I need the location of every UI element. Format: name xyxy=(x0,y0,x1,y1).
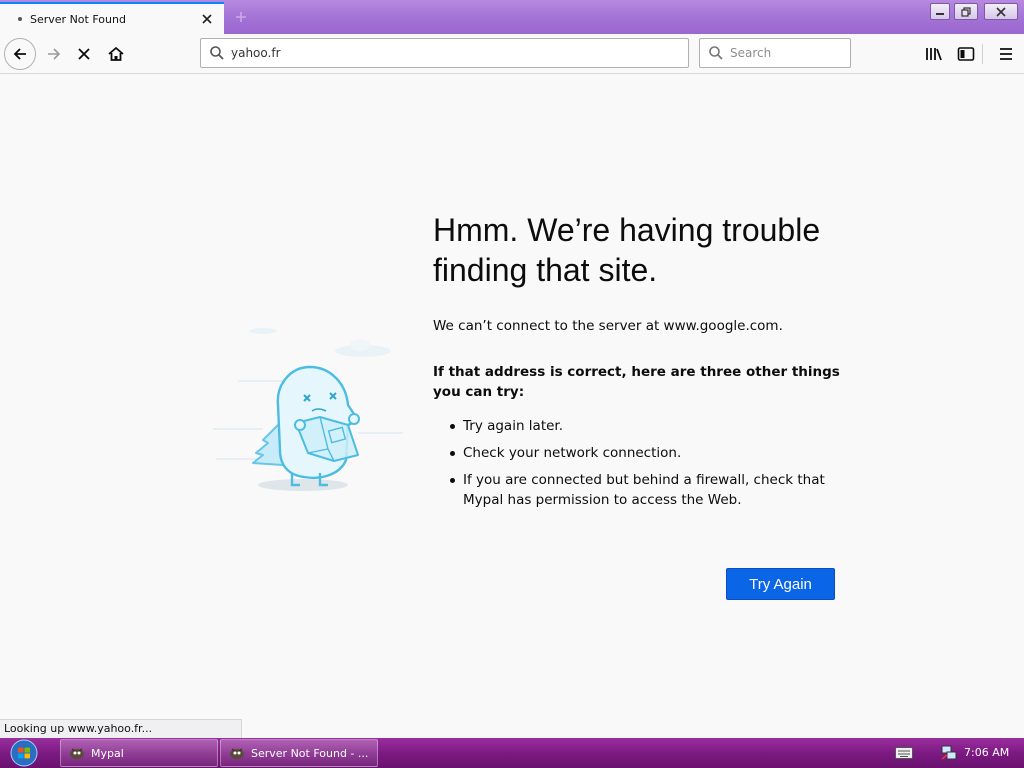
start-button[interactable] xyxy=(4,739,44,767)
advice-heading: If that address is correct, here are thr… xyxy=(433,364,840,400)
arrow-left-icon xyxy=(13,48,26,60)
window-close-button[interactable] xyxy=(984,3,1018,20)
tab-server-not-found[interactable]: Server Not Found xyxy=(0,2,224,34)
back-button[interactable] xyxy=(4,38,36,70)
advice-item: Check your network connection. xyxy=(433,443,843,463)
confused-dinosaur-illustration xyxy=(213,328,403,491)
address-bar[interactable]: yahoo.fr xyxy=(200,38,689,68)
network-icon[interactable] xyxy=(940,744,958,762)
home-button[interactable] xyxy=(100,38,132,70)
error-description: We can’t connect to the server at www.go… xyxy=(433,318,783,334)
tab-strip: Server Not Found xyxy=(0,0,1024,34)
status-panel: Looking up www.yahoo.fr... xyxy=(0,719,242,738)
search-placeholder: Search xyxy=(730,46,772,60)
arrow-right-icon xyxy=(48,48,61,60)
taskbar-item-mypal[interactable]: Mypal xyxy=(60,739,218,767)
mypal-app-icon xyxy=(70,748,84,759)
try-again-button[interactable]: Try Again xyxy=(726,568,835,600)
advice-list: Try again later. Check your network conn… xyxy=(433,416,843,510)
close-icon[interactable] xyxy=(198,10,216,28)
menu-button[interactable] xyxy=(992,40,1020,68)
search-bar[interactable]: Search xyxy=(699,38,851,68)
taskbar-item-label: Server Not Found - ... xyxy=(251,746,369,760)
search-icon xyxy=(709,46,723,60)
minimize-button[interactable] xyxy=(930,3,950,20)
url-text[interactable]: yahoo.fr xyxy=(231,46,281,60)
sidebar-icon xyxy=(957,47,975,61)
advice-item: Try again later. xyxy=(433,416,843,436)
advice-item: If you are connected but behind a firewa… xyxy=(433,470,843,510)
tab-title: Server Not Found xyxy=(30,12,126,26)
stop-x-icon xyxy=(78,48,90,60)
hamburger-menu-icon xyxy=(1000,48,1012,60)
windows-logo-icon xyxy=(10,739,38,767)
toolbar-separator xyxy=(982,44,983,64)
navigation-toolbar: yahoo.fr Search xyxy=(0,34,1024,74)
keyboard-icon[interactable] xyxy=(895,747,913,759)
forward-button[interactable] xyxy=(38,38,70,70)
error-message-box: Hmm. We’re having trouble finding that s… xyxy=(433,210,843,517)
error-title: Hmm. We’re having trouble finding that s… xyxy=(433,212,821,288)
taskbar-item-server-not-found[interactable]: Server Not Found - ... xyxy=(220,739,378,767)
home-icon xyxy=(108,46,124,61)
library-button[interactable] xyxy=(920,40,948,68)
taskbar-item-label: Mypal xyxy=(91,746,124,760)
mypal-app-icon xyxy=(230,748,244,759)
tab-loading-indicator xyxy=(18,17,22,21)
sidebar-button[interactable] xyxy=(952,40,980,68)
search-icon xyxy=(210,46,224,60)
restore-button[interactable] xyxy=(954,3,978,20)
stop-button[interactable] xyxy=(68,38,100,70)
plus-icon[interactable] xyxy=(232,8,250,26)
taskbar-clock[interactable]: 7:06 AM xyxy=(964,746,1009,759)
page-content: Hmm. We’re having trouble finding that s… xyxy=(0,75,1024,738)
taskbar: Mypal Server Not Found - ... 7:06 AM xyxy=(0,738,1024,768)
library-icon xyxy=(926,48,942,61)
